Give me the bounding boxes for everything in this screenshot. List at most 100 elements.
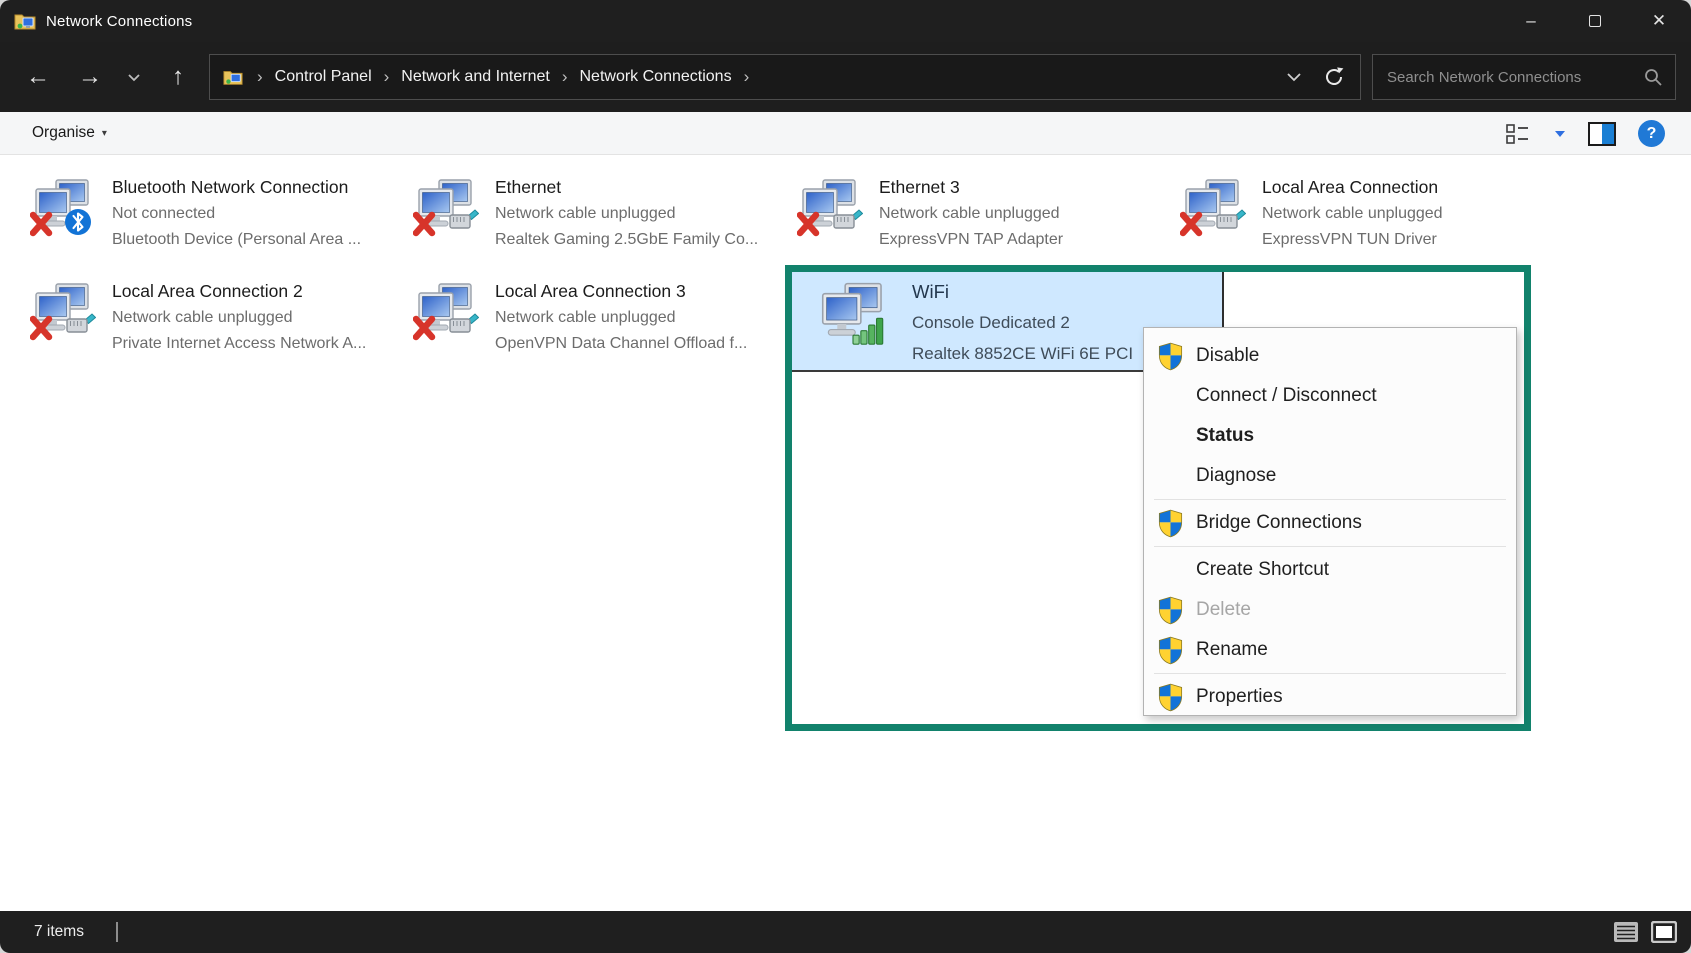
network-adapter-icon — [413, 178, 479, 238]
address-bar[interactable]: › Control Panel › Network and Internet ›… — [209, 54, 1361, 100]
wifi-adapter-icon — [816, 282, 890, 348]
computer-pair-icon — [30, 282, 96, 342]
context-menu-item-label: Delete — [1196, 599, 1251, 621]
breadcrumb-chevron-icon: › — [249, 67, 271, 87]
network-adapter-icon — [413, 282, 479, 342]
context-menu-item[interactable]: Status — [1144, 416, 1516, 456]
refresh-icon[interactable] — [1322, 65, 1346, 89]
close-button[interactable]: ✕ — [1627, 0, 1691, 42]
computer-pair-icon — [797, 178, 863, 238]
window-title: Network Connections — [46, 13, 192, 30]
back-button[interactable]: ← — [16, 55, 60, 99]
connection-name: Local Area Connection 2 — [112, 278, 366, 305]
network-folder-icon — [223, 67, 243, 87]
context-menu-item-label: Create Shortcut — [1196, 559, 1329, 581]
uac-shield-icon — [1157, 596, 1184, 625]
connection-tile[interactable]: Bluetooth Network Connection Not connect… — [30, 172, 402, 272]
connection-tile[interactable]: Ethernet Network cable unplugged Realtek… — [413, 172, 785, 272]
connection-device: Realtek Gaming 2.5GbE Family Co... — [495, 227, 758, 253]
caret-down-icon: ▾ — [102, 128, 107, 139]
connection-tile[interactable]: Local Area Connection 3 Network cable un… — [413, 276, 785, 376]
selection-edge-line — [1222, 272, 1224, 328]
connection-name: Bluetooth Network Connection — [112, 174, 361, 201]
connection-status: Not connected — [112, 201, 361, 227]
connection-status: Network cable unplugged — [495, 201, 758, 227]
ethernet-plug-icon — [450, 314, 479, 332]
context-menu-item[interactable]: Bridge Connections — [1144, 503, 1516, 543]
context-menu-item[interactable]: Connect / Disconnect — [1144, 376, 1516, 416]
up-button[interactable]: ↑ — [156, 55, 200, 99]
breadcrumb-chevron-icon: › — [554, 67, 576, 87]
connection-device: OpenVPN Data Channel Offload f... — [495, 331, 747, 357]
command-toolbar: Organise ▾ ? — [0, 112, 1691, 155]
network-adapter-icon — [1180, 178, 1246, 238]
search-icon — [1643, 67, 1663, 87]
breadcrumb-network-and-internet[interactable]: Network and Internet — [401, 68, 550, 86]
connections-list-panel: Bluetooth Network Connection Not connect… — [0, 155, 1691, 911]
context-menu-item-label: Properties — [1196, 686, 1283, 708]
title-bar: Network Connections – ✕ — [0, 0, 1691, 42]
connection-status: Console Dedicated 2 — [912, 307, 1133, 338]
network-adapter-icon — [30, 178, 96, 238]
thumbnail-view-icon[interactable] — [1651, 921, 1677, 943]
connection-name: Ethernet 3 — [879, 174, 1063, 201]
menu-separator — [1154, 673, 1506, 674]
computer-pair-icon — [30, 178, 96, 238]
organise-label: Organise — [32, 124, 95, 142]
help-question-icon: ? — [1647, 125, 1657, 143]
search-input[interactable] — [1373, 69, 1643, 86]
menu-separator — [1154, 499, 1506, 500]
uac-shield-icon — [1157, 683, 1184, 712]
connection-name: Local Area Connection 3 — [495, 278, 747, 305]
context-menu: Disable Connect / Disconnect Status — [1143, 327, 1517, 716]
connection-tile[interactable]: Local Area Connection 2 Network cable un… — [30, 276, 402, 376]
connection-device: Bluetooth Device (Personal Area ... — [112, 227, 361, 253]
connection-status: Network cable unplugged — [879, 201, 1063, 227]
network-adapter-icon — [797, 178, 863, 238]
context-menu-item[interactable]: Disable — [1144, 336, 1516, 376]
uac-shield-icon — [1157, 509, 1184, 538]
maximize-button[interactable] — [1563, 0, 1627, 42]
context-menu-item-label: Status — [1196, 425, 1254, 447]
chevron-down-icon — [127, 73, 141, 82]
details-view-icon[interactable] — [1613, 921, 1639, 943]
recent-locations-chevron[interactable] — [120, 55, 148, 99]
connection-device: ExpressVPN TUN Driver — [1262, 227, 1443, 253]
context-menu-item[interactable]: Rename — [1144, 630, 1516, 670]
context-menu-item[interactable]: Properties — [1144, 677, 1516, 717]
computer-pair-icon — [1180, 178, 1246, 238]
computer-pair-icon — [816, 282, 890, 348]
statusbar-divider — [116, 922, 118, 942]
ethernet-plug-icon — [1217, 210, 1246, 228]
context-menu-item[interactable]: Create Shortcut — [1144, 550, 1516, 590]
computer-pair-icon — [413, 178, 479, 238]
view-options-caret-icon[interactable] — [1554, 130, 1566, 138]
address-dropdown-chevron-icon[interactable] — [1286, 72, 1302, 82]
computer-pair-icon — [413, 282, 479, 342]
view-options-icon[interactable] — [1506, 123, 1532, 145]
minimize-button[interactable]: – — [1499, 0, 1563, 42]
connection-tile[interactable]: Ethernet 3 Network cable unplugged Expre… — [797, 172, 1169, 272]
bluetooth-icon — [65, 209, 91, 235]
network-connections-window: Network Connections – ✕ ← → ↑ › Control — [0, 0, 1691, 953]
context-menu-item-label: Connect / Disconnect — [1196, 385, 1377, 407]
maximize-icon — [1589, 15, 1601, 27]
connection-device: Private Internet Access Network A... — [112, 331, 366, 357]
preview-pane-icon[interactable] — [1588, 122, 1616, 146]
navigation-bar: ← → ↑ › Control Panel › Network and Inte… — [0, 42, 1691, 112]
connection-tile[interactable]: Local Area Connection Network cable unpl… — [1180, 172, 1552, 272]
context-menu-item[interactable]: Diagnose — [1144, 456, 1516, 496]
breadcrumb-network-connections[interactable]: Network Connections — [580, 68, 732, 86]
help-button[interactable]: ? — [1638, 120, 1665, 147]
context-menu-item-label: Rename — [1196, 639, 1268, 661]
forward-button[interactable]: → — [68, 55, 112, 99]
network-adapter-icon — [30, 282, 96, 342]
search-box[interactable] — [1372, 54, 1676, 100]
context-menu-item-label: Diagnose — [1196, 465, 1276, 487]
breadcrumb-control-panel[interactable]: Control Panel — [275, 68, 372, 86]
connection-name: WiFi — [912, 276, 1133, 307]
connection-device: Realtek 8852CE WiFi 6E PCI — [912, 338, 1133, 369]
organise-menu-button[interactable]: Organise ▾ — [32, 124, 107, 142]
connection-status: Network cable unplugged — [112, 305, 366, 331]
breadcrumb-chevron-icon: › — [376, 67, 398, 87]
